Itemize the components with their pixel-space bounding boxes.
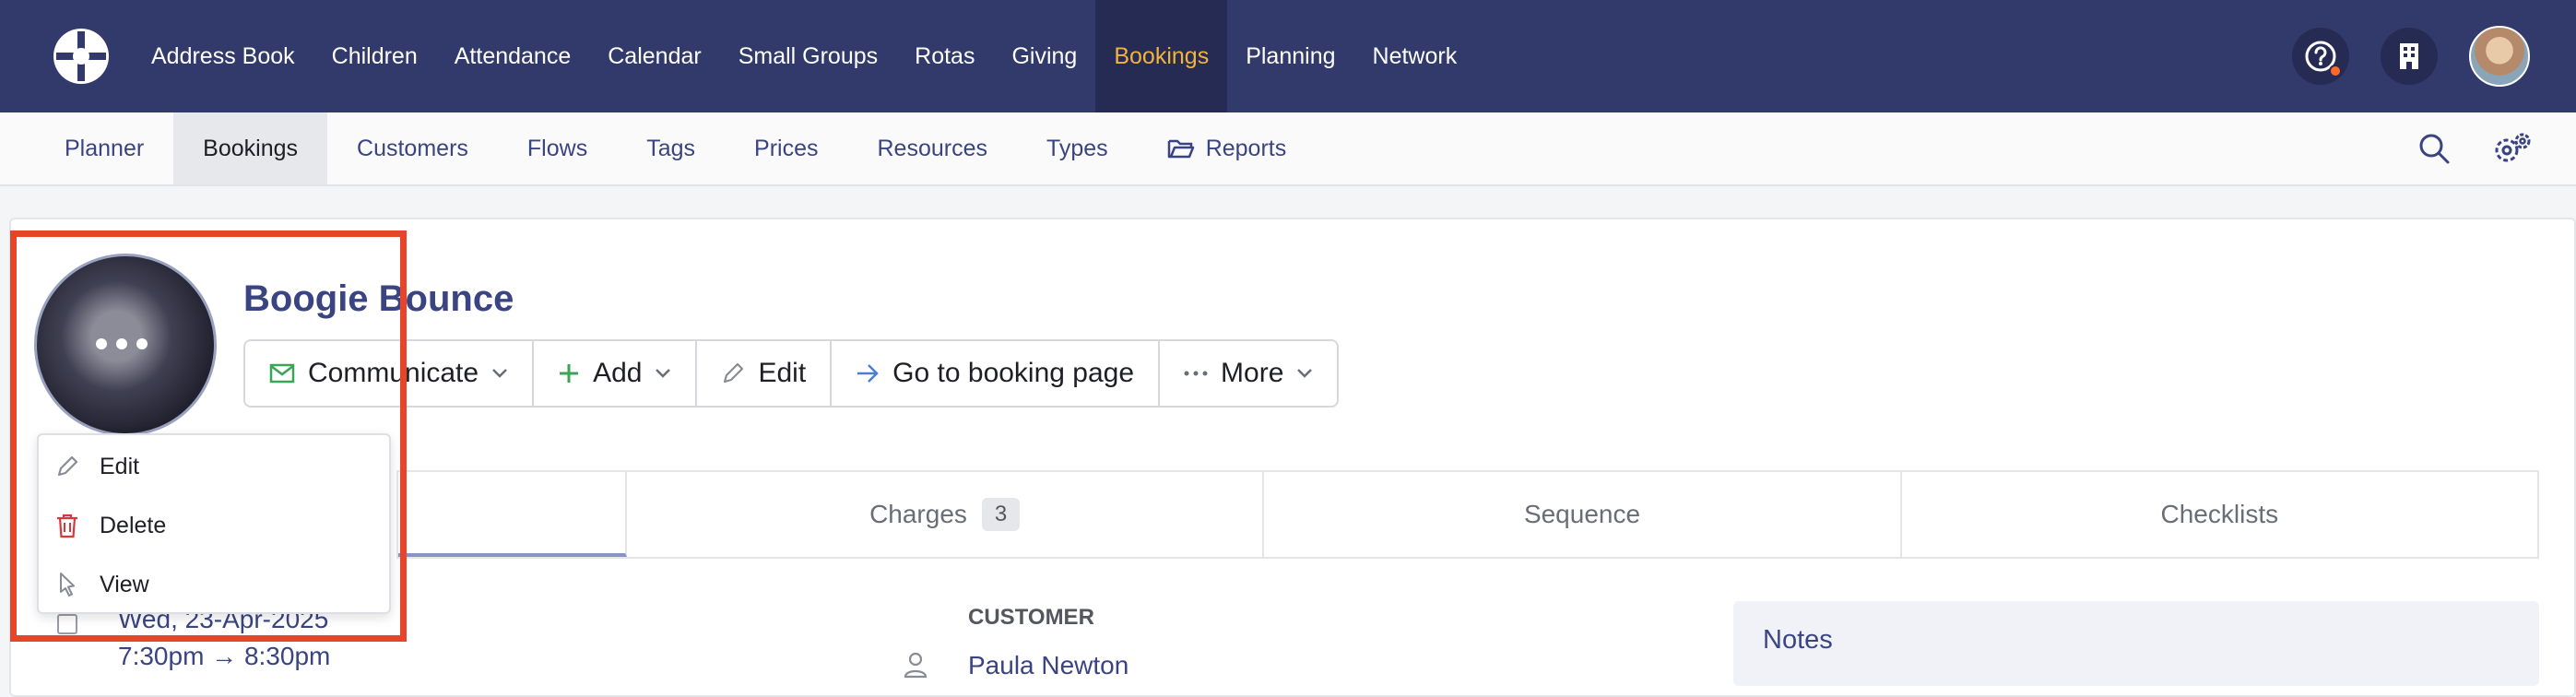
highlight-box [10,230,407,642]
arrow-right-icon [857,364,879,383]
sub-nav: Planner Bookings Customers Flows Tags Pr… [35,112,1316,184]
main-nav: Address Book Children Attendance Calenda… [133,0,1475,112]
subnav-planner[interactable]: Planner [35,112,173,184]
folder-open-icon [1167,139,1194,159]
chevron-down-icon [1297,369,1313,378]
user-avatar[interactable] [2469,26,2530,87]
person-icon [904,652,928,679]
tab-checklists[interactable]: Checklists [1902,472,2537,557]
subnav-customers[interactable]: Customers [327,112,498,184]
customer-label: CUSTOMER [968,605,1094,630]
subnav-reports-label: Reports [1205,135,1287,161]
organisation-button[interactable] [2381,28,2438,85]
plus-icon [560,364,579,383]
nav-attendance[interactable]: Attendance [436,0,590,112]
tab-details[interactable] [398,472,627,557]
building-icon [2400,43,2418,69]
nav-rotas[interactable]: Rotas [896,0,993,112]
notification-dot [2329,65,2342,77]
nav-small-groups[interactable]: Small Groups [720,0,896,112]
app-logo-icon[interactable] [51,26,112,87]
chevron-down-icon [656,369,671,378]
booking-tabs: Charges 3 Sequence Checklists [396,470,2539,559]
add-button[interactable]: Add [534,341,698,406]
subnav-bookings[interactable]: Bookings [173,112,328,184]
settings-gears-icon[interactable] [2493,132,2532,165]
top-navigation-bar: Address Book Children Attendance Calenda… [0,0,2576,112]
nav-address-book[interactable]: Address Book [133,0,313,112]
nav-planning[interactable]: Planning [1227,0,1353,112]
notes-heading: Notes [1763,625,1833,655]
subnav-resources[interactable]: Resources [847,112,1017,184]
subnav-tools [2417,112,2532,184]
top-right-controls [2292,0,2530,112]
help-button[interactable] [2292,28,2349,85]
edit-button[interactable]: Edit [697,341,833,406]
nav-giving[interactable]: Giving [993,0,1095,112]
tab-sequence[interactable]: Sequence [1264,472,1902,557]
notes-panel: Notes [1733,601,2539,686]
pencil-icon [724,362,744,384]
charges-count-badge: 3 [981,498,1021,531]
chevron-down-icon [492,369,507,378]
edit-label: Edit [758,358,807,388]
subnav-tags[interactable]: Tags [617,112,725,184]
go-to-booking-page-label: Go to booking page [892,358,1135,388]
nav-calendar[interactable]: Calendar [589,0,719,112]
subnav-types[interactable]: Types [1017,112,1138,184]
add-label: Add [593,358,643,388]
nav-bookings[interactable]: Bookings [1095,0,1228,112]
ellipsis-icon [1184,371,1208,376]
nav-children[interactable]: Children [313,0,436,112]
search-icon[interactable] [2417,132,2451,165]
more-button[interactable]: More [1160,341,1337,406]
booking-time: 7:30pm → 8:30pm [118,642,331,670]
subnav-flows[interactable]: Flows [498,112,617,184]
booking-action-bar: Communicate Add Edit Go to booking page … [243,339,1340,408]
customer-name-link[interactable]: Paula Newton [968,651,1128,680]
go-to-booking-page-button[interactable]: Go to booking page [832,341,1161,406]
more-label: More [1221,358,1284,388]
subnav-prices[interactable]: Prices [725,112,847,184]
nav-network[interactable]: Network [1354,0,1476,112]
tab-charges-label: Charges [869,500,967,528]
tab-charges[interactable]: Charges 3 [627,472,1265,557]
subnav-reports[interactable]: Reports [1138,112,1317,184]
sub-navigation-bar: Planner Bookings Customers Flows Tags Pr… [0,112,2576,186]
